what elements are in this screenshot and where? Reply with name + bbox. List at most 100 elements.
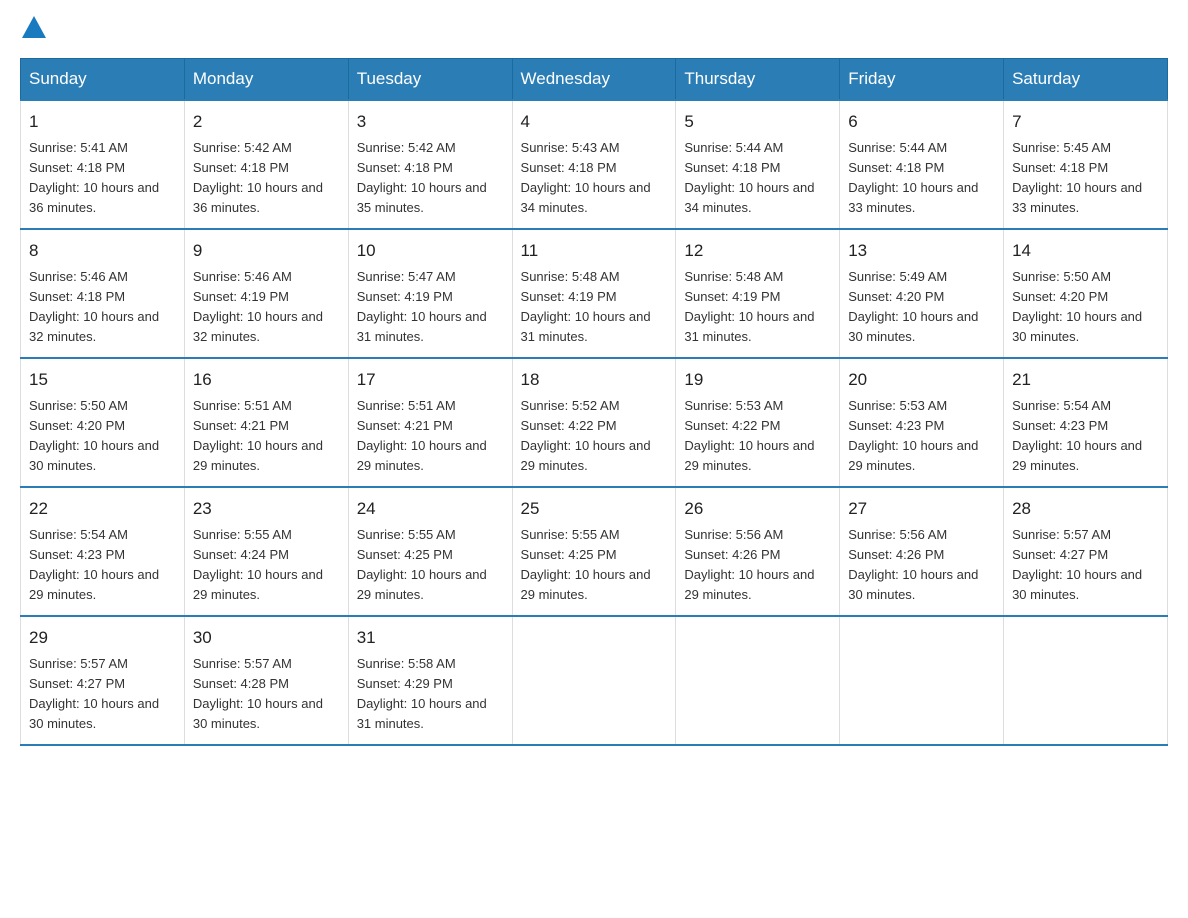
weekday-header-saturday: Saturday [1004,59,1168,101]
day-info: Sunrise: 5:50 AMSunset: 4:20 PMDaylight:… [29,396,176,477]
day-number: 6 [848,109,995,135]
calendar-cell: 18 Sunrise: 5:52 AMSunset: 4:22 PMDayligh… [512,358,676,487]
calendar-cell: 5Sunrise: 5:44 AMSunset: 4:18 PMDaylight… [676,100,840,229]
day-number: 8 [29,238,176,264]
calendar-cell: 3 Sunrise: 5:42 AMSunset: 4:18 PMDaylight… [348,100,512,229]
calendar-cell: 1 Sunrise: 5:41 AMSunset: 4:18 PMDaylight… [21,100,185,229]
calendar-cell: 26 Sunrise: 5:56 AMSunset: 4:26 PMDayligh… [676,487,840,616]
calendar-cell: 23Sunrise: 5:55 AMSunset: 4:24 PMDayligh… [184,487,348,616]
day-info: Sunrise: 5:57 AMSunset: 4:28 PMDaylight:… [193,654,340,735]
day-info: Sunrise: 5:44 AMSunset: 4:18 PMDaylight:… [848,138,995,219]
day-info: Sunrise: 5:44 AMSunset: 4:18 PMDaylight:… [684,138,831,219]
calendar-cell: 17 Sunrise: 5:51 AMSunset: 4:21 PMDayligh… [348,358,512,487]
calendar-cell: 12 Sunrise: 5:48 AMSunset: 4:19 PMDayligh… [676,229,840,358]
day-number: 10 [357,238,504,264]
day-number: 16 [193,367,340,393]
calendar-cell [676,616,840,745]
calendar-week-row: 1 Sunrise: 5:41 AMSunset: 4:18 PMDaylight… [21,100,1168,229]
day-number: 11 [521,238,668,264]
day-number: 1 [29,109,176,135]
day-number: 30 [193,625,340,651]
calendar-cell: 9 Sunrise: 5:46 AMSunset: 4:19 PMDaylight… [184,229,348,358]
day-number: 13 [848,238,995,264]
day-info: Sunrise: 5:42 AMSunset: 4:18 PMDaylight:… [357,138,504,219]
day-info: Sunrise: 5:58 AMSunset: 4:29 PMDaylight:… [357,654,504,735]
day-number: 20 [848,367,995,393]
day-number: 17 [357,367,504,393]
day-number: 27 [848,496,995,522]
calendar-cell: 15 Sunrise: 5:50 AMSunset: 4:20 PMDayligh… [21,358,185,487]
day-info: Sunrise: 5:54 AMSunset: 4:23 PMDaylight:… [1012,396,1159,477]
calendar-cell: 29Sunrise: 5:57 AMSunset: 4:27 PMDayligh… [21,616,185,745]
calendar-cell: 30 Sunrise: 5:57 AMSunset: 4:28 PMDayligh… [184,616,348,745]
day-number: 2 [193,109,340,135]
calendar-cell: 14 Sunrise: 5:50 AMSunset: 4:20 PMDayligh… [1004,229,1168,358]
day-number: 25 [521,496,668,522]
logo-blue-part [20,20,48,38]
calendar-cell: 13 Sunrise: 5:49 AMSunset: 4:20 PMDayligh… [840,229,1004,358]
weekday-header-monday: Monday [184,59,348,101]
weekday-header-thursday: Thursday [676,59,840,101]
day-number: 24 [357,496,504,522]
calendar-cell: 31Sunrise: 5:58 AMSunset: 4:29 PMDayligh… [348,616,512,745]
day-info: Sunrise: 5:56 AMSunset: 4:26 PMDaylight:… [684,525,831,606]
day-info: Sunrise: 5:50 AMSunset: 4:20 PMDaylight:… [1012,267,1159,348]
weekday-header-friday: Friday [840,59,1004,101]
calendar-week-row: 29Sunrise: 5:57 AMSunset: 4:27 PMDayligh… [21,616,1168,745]
calendar-cell: 4 Sunrise: 5:43 AMSunset: 4:18 PMDaylight… [512,100,676,229]
day-number: 19 [684,367,831,393]
day-info: Sunrise: 5:41 AMSunset: 4:18 PMDaylight:… [29,138,176,219]
calendar-week-row: 22 Sunrise: 5:54 AMSunset: 4:23 PMDayligh… [21,487,1168,616]
calendar-cell: 7Sunrise: 5:45 AMSunset: 4:18 PMDaylight… [1004,100,1168,229]
weekday-header-tuesday: Tuesday [348,59,512,101]
calendar-cell: 2Sunrise: 5:42 AMSunset: 4:18 PMDaylight… [184,100,348,229]
day-info: Sunrise: 5:51 AMSunset: 4:21 PMDaylight:… [357,396,504,477]
calendar-cell: 16 Sunrise: 5:51 AMSunset: 4:21 PMDayligh… [184,358,348,487]
calendar-cell: 28 Sunrise: 5:57 AMSunset: 4:27 PMDayligh… [1004,487,1168,616]
weekday-header-sunday: Sunday [21,59,185,101]
day-info: Sunrise: 5:51 AMSunset: 4:21 PMDaylight:… [193,396,340,477]
day-number: 7 [1012,109,1159,135]
calendar-cell: 25 Sunrise: 5:55 AMSunset: 4:25 PMDayligh… [512,487,676,616]
day-info: Sunrise: 5:53 AMSunset: 4:22 PMDaylight:… [684,396,831,477]
day-info: Sunrise: 5:54 AMSunset: 4:23 PMDaylight:… [29,525,176,606]
calendar-week-row: 15 Sunrise: 5:50 AMSunset: 4:20 PMDayligh… [21,358,1168,487]
day-info: Sunrise: 5:55 AMSunset: 4:25 PMDaylight:… [521,525,668,606]
day-number: 22 [29,496,176,522]
day-number: 28 [1012,496,1159,522]
calendar-table: SundayMondayTuesdayWednesdayThursdayFrid… [20,58,1168,746]
calendar-week-row: 8Sunrise: 5:46 AMSunset: 4:18 PMDaylight… [21,229,1168,358]
calendar-cell: 21Sunrise: 5:54 AMSunset: 4:23 PMDayligh… [1004,358,1168,487]
day-number: 9 [193,238,340,264]
day-number: 18 [521,367,668,393]
day-number: 4 [521,109,668,135]
calendar-cell: 20 Sunrise: 5:53 AMSunset: 4:23 PMDayligh… [840,358,1004,487]
day-info: Sunrise: 5:48 AMSunset: 4:19 PMDaylight:… [684,267,831,348]
day-info: Sunrise: 5:56 AMSunset: 4:26 PMDaylight:… [848,525,995,606]
day-info: Sunrise: 5:53 AMSunset: 4:23 PMDaylight:… [848,396,995,477]
calendar-cell: 6 Sunrise: 5:44 AMSunset: 4:18 PMDaylight… [840,100,1004,229]
calendar-cell: 24Sunrise: 5:55 AMSunset: 4:25 PMDayligh… [348,487,512,616]
day-info: Sunrise: 5:57 AMSunset: 4:27 PMDaylight:… [1012,525,1159,606]
day-number: 26 [684,496,831,522]
day-number: 15 [29,367,176,393]
day-info: Sunrise: 5:48 AMSunset: 4:19 PMDaylight:… [521,267,668,348]
calendar-cell: 19 Sunrise: 5:53 AMSunset: 4:22 PMDayligh… [676,358,840,487]
day-info: Sunrise: 5:47 AMSunset: 4:19 PMDaylight:… [357,267,504,348]
day-number: 3 [357,109,504,135]
calendar-cell [512,616,676,745]
calendar-cell [840,616,1004,745]
day-info: Sunrise: 5:49 AMSunset: 4:20 PMDaylight:… [848,267,995,348]
page-header [20,20,1168,38]
day-number: 14 [1012,238,1159,264]
day-info: Sunrise: 5:46 AMSunset: 4:19 PMDaylight:… [193,267,340,348]
day-info: Sunrise: 5:43 AMSunset: 4:18 PMDaylight:… [521,138,668,219]
day-info: Sunrise: 5:52 AMSunset: 4:22 PMDaylight:… [521,396,668,477]
day-number: 29 [29,625,176,651]
logo-arrow-icon [22,16,46,38]
calendar-cell: 10 Sunrise: 5:47 AMSunset: 4:19 PMDayligh… [348,229,512,358]
day-number: 12 [684,238,831,264]
weekday-header-row: SundayMondayTuesdayWednesdayThursdayFrid… [21,59,1168,101]
calendar-cell: 11 Sunrise: 5:48 AMSunset: 4:19 PMDayligh… [512,229,676,358]
calendar-cell: 22 Sunrise: 5:54 AMSunset: 4:23 PMDayligh… [21,487,185,616]
